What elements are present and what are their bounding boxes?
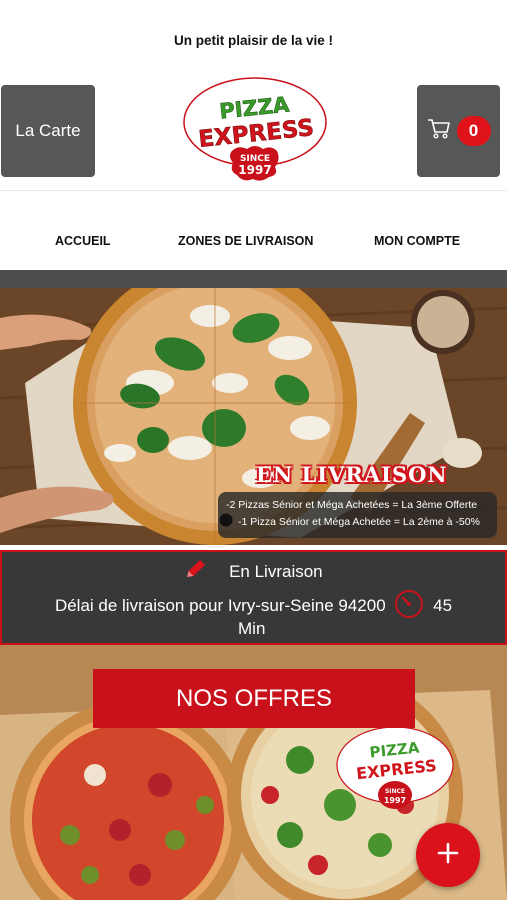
carousel-indicator[interactable] <box>219 513 233 532</box>
timer-icon <box>394 589 424 624</box>
offers-logo-year: 1997 <box>384 796 406 805</box>
cart-button[interactable]: 0 <box>417 85 500 177</box>
delivery-time-unit: Min <box>238 619 266 638</box>
separator-bar <box>0 270 507 288</box>
nav-zones-de-livraison[interactable]: ZONES DE LIVRAISON <box>178 234 313 248</box>
tagline: Un petit plaisir de la vie ! <box>173 33 334 48</box>
hero-banner[interactable]: EN LIVRAISON -2 Pizzas Sénior et Méga Ac… <box>0 288 507 545</box>
header-divider <box>0 190 507 191</box>
delivery-info-box[interactable]: En Livraison Délai de livraison pour Ivr… <box>0 550 507 645</box>
hero-title: EN LIVRAISON <box>256 462 448 487</box>
delivery-mode-label: En Livraison <box>229 562 323 581</box>
delivery-mode-row: En Livraison <box>2 558 505 585</box>
menu-button[interactable]: La Carte <box>1 85 95 177</box>
hero-offer-1: -2 Pizzas Sénior et Méga Achetées = La 3… <box>226 499 478 511</box>
cart-icon <box>427 118 451 145</box>
offers-section: PIZZA EXPRESS SINCE 1997 NOS OFFRES <box>0 645 507 900</box>
pizza-express-logo[interactable]: PIZZA EXPRESS SINCE 1997 <box>181 75 329 185</box>
main-nav: ACCUEIL ZONES DE LIVRAISON MON COMPTE <box>0 226 507 256</box>
plus-icon <box>437 842 459 869</box>
hero-offers-box: -2 Pizzas Sénior et Méga Achetées = La 3… <box>218 492 497 538</box>
pencil-icon[interactable] <box>184 558 208 585</box>
delivery-time-value: 45 <box>433 596 453 615</box>
logo-year: 1997 <box>238 163 271 177</box>
add-floating-button[interactable] <box>416 823 480 887</box>
nav-mon-compte[interactable]: MON COMPTE <box>374 234 460 248</box>
delivery-info-text: Délai de livraison pour Ivry-sur-Seine 9… <box>54 596 386 615</box>
offers-logo-since: SINCE <box>385 788 405 795</box>
hero-offer-2: -1 Pizza Sénior et Méga Achetée = La 2èm… <box>238 516 480 528</box>
cart-count-badge: 0 <box>456 116 491 146</box>
nav-accueil[interactable]: ACCUEIL <box>55 234 111 248</box>
nos-offres-button[interactable]: NOS OFFRES <box>93 669 415 728</box>
